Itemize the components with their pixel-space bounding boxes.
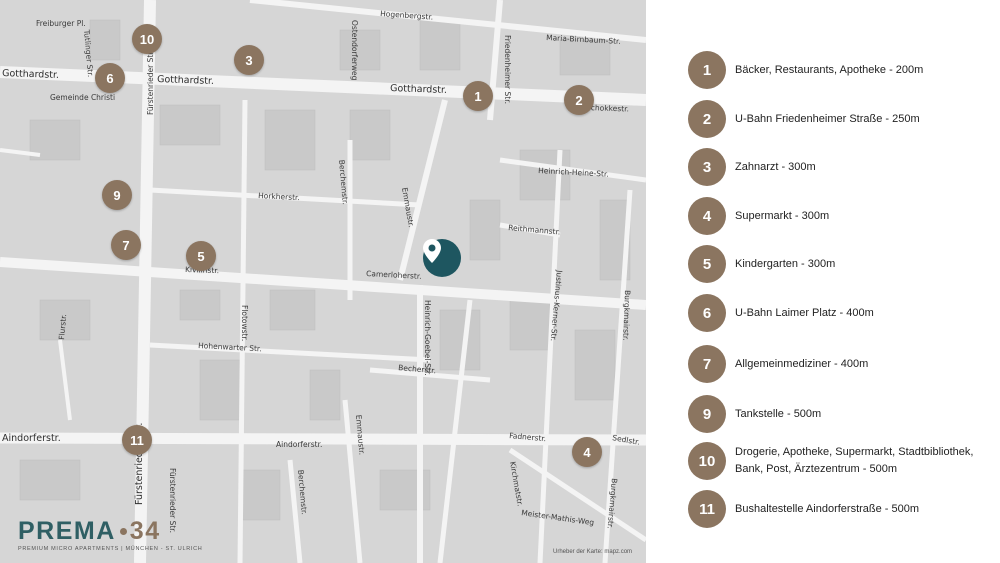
- street-label: Aindorferstr.: [2, 433, 61, 444]
- legend-item: 6 U-Bahn Laimer Platz - 400m: [688, 294, 985, 332]
- legend-label: Kindergarten - 300m: [735, 257, 836, 270]
- legend-number: 7: [688, 345, 726, 383]
- legend-number: 1: [688, 51, 726, 89]
- street-label: Flotowstr.: [240, 305, 249, 341]
- legend-item: 4 Supermarkt - 300m: [688, 197, 985, 235]
- brand-dot: [119, 528, 127, 535]
- street-label: Aindorferstr.: [276, 440, 322, 449]
- poi-legend: 1 Bäcker, Restaurants, Apotheke - 200m 2…: [688, 0, 988, 563]
- street-label: Fürstenrieder Str.: [146, 50, 155, 115]
- legend-item: 11 Bushaltestelle Aindorferstraße - 500m: [688, 490, 985, 528]
- legend-number: 11: [688, 490, 726, 528]
- street-label: Gotthardstr.: [390, 83, 447, 96]
- legend-label: Bäcker, Restaurants, Apotheke - 200m: [735, 63, 924, 76]
- poi-marker-4[interactable]: 4: [572, 437, 602, 467]
- map-panel[interactable]: Freiburger Pl. Tutlinger Str. Hogenbergs…: [0, 0, 646, 563]
- poi-marker-9[interactable]: 9: [102, 180, 132, 210]
- legend-item: 1 Bäcker, Restaurants, Apotheke - 200m: [688, 51, 985, 89]
- map-pin-icon: [423, 239, 441, 263]
- poi-marker-5[interactable]: 5: [186, 241, 216, 271]
- street-label: Friedenheimer Str.: [503, 35, 512, 104]
- legend-label: Supermarkt - 300m: [735, 209, 830, 222]
- legend-label: U-Bahn Laimer Platz - 400m: [735, 306, 874, 319]
- legend-item: 5 Kindergarten - 300m: [688, 245, 985, 283]
- legend-label: U-Bahn Friedenheimer Straße - 250m: [735, 112, 920, 125]
- poi-marker-1[interactable]: 1: [463, 81, 493, 111]
- poi-marker-10[interactable]: 10: [132, 24, 162, 54]
- street-label: Gemeinde Christi: [50, 93, 115, 102]
- legend-label: Drogerie, Apotheke, Supermarkt, Stadtbib…: [735, 446, 974, 475]
- legend-number: 9: [688, 395, 726, 433]
- legend-label: Bushaltestelle Aindorferstraße - 500m: [735, 502, 920, 515]
- legend-number: 4: [688, 197, 726, 235]
- legend-label: Allgemeinmediziner - 400m: [735, 357, 869, 370]
- brand-logo: PREMA 34 PREMIUM MICRO APARTMENTS | MÜNC…: [18, 517, 203, 553]
- legend-item: 10 Drogerie, Apotheke, Supermarkt, Stadt…: [688, 442, 985, 480]
- poi-marker-2[interactable]: 2: [564, 85, 594, 115]
- legend-item: 2 U-Bahn Friedenheimer Straße - 250m: [688, 100, 985, 138]
- brand-number: 34: [129, 517, 161, 545]
- legend-item: 9 Tankstelle - 500m: [688, 395, 985, 433]
- legend-number: 5: [688, 245, 726, 283]
- street-label: Burgkmairstr.: [621, 290, 632, 341]
- legend-number: 2: [688, 100, 726, 138]
- brand-name: PREMA: [18, 517, 116, 545]
- poi-marker-11[interactable]: 11: [122, 425, 152, 455]
- legend-number: 3: [688, 148, 726, 186]
- legend-label: Zahnarzt - 300m: [735, 160, 816, 173]
- poi-marker-3[interactable]: 3: [234, 45, 264, 75]
- map-attribution: Urheber der Karte: mapz.com: [553, 549, 633, 555]
- poi-marker-7[interactable]: 7: [111, 230, 141, 260]
- property-location-pin[interactable]: [423, 239, 461, 277]
- street-label: Gotthardstr.: [2, 68, 59, 81]
- brand-tagline: PREMIUM MICRO APARTMENTS | MÜNCHEN - ST.…: [18, 546, 203, 552]
- street-label: Gotthardstr.: [157, 74, 214, 87]
- legend-item: 7 Allgemeinmediziner - 400m: [688, 345, 985, 383]
- street-label: Freiburger Pl.: [36, 19, 86, 28]
- poi-marker-6[interactable]: 6: [95, 63, 125, 93]
- legend-item: 3 Zahnarzt - 300m: [688, 148, 985, 186]
- legend-number: 6: [688, 294, 726, 332]
- street-label: Ostendorferweg: [350, 20, 359, 81]
- legend-number: 10: [688, 442, 726, 480]
- legend-label: Tankstelle - 500m: [735, 407, 822, 420]
